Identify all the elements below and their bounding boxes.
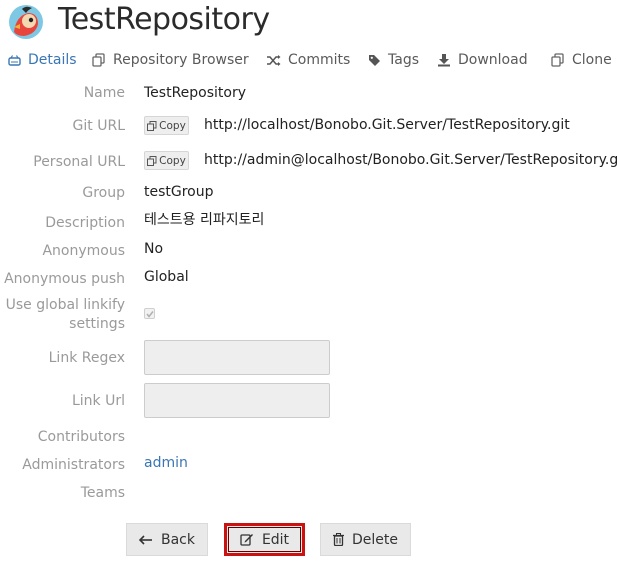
edit-label: Edit bbox=[261, 531, 290, 548]
link-regex-label: Link Regex bbox=[48, 350, 125, 366]
edit-button[interactable]: Edit bbox=[224, 523, 305, 556]
tab-label: Repository Browser bbox=[113, 52, 249, 68]
name-value: TestRepository bbox=[144, 85, 247, 101]
tag-icon bbox=[369, 54, 380, 66]
anonymous-push-value: Global bbox=[144, 269, 189, 285]
git-url-label: Git URL bbox=[72, 118, 125, 134]
personal-url-copy-button[interactable]: Copy bbox=[144, 151, 189, 170]
linkify-label-line-2: settings bbox=[69, 316, 125, 332]
edit-icon bbox=[240, 534, 253, 546]
tab-download[interactable]: Download bbox=[437, 50, 528, 70]
tab-label: Details bbox=[28, 52, 77, 68]
administrator-link[interactable]: admin bbox=[144, 454, 188, 473]
tab-commits[interactable]: Commits bbox=[266, 50, 350, 70]
git-url-value: http://localhost/Bonobo.Git.Server/TestR… bbox=[204, 117, 570, 133]
copy-icon bbox=[147, 155, 157, 166]
copy-label: Copy bbox=[159, 119, 186, 132]
description-value: 테스트용 리파지토리 bbox=[144, 212, 265, 228]
teams-label: Teams bbox=[80, 485, 125, 501]
back-button[interactable]: Back bbox=[126, 523, 208, 556]
linkify-label: Use global linkify settings bbox=[6, 296, 125, 334]
group-value: testGroup bbox=[144, 184, 214, 200]
tab-clone[interactable]: Clone bbox=[551, 50, 612, 70]
tab-label: Download bbox=[458, 52, 528, 68]
tab-label: Tags bbox=[388, 52, 419, 68]
description-label: Description bbox=[45, 215, 125, 231]
copy-icon bbox=[92, 53, 105, 67]
link-url-input[interactable] bbox=[144, 383, 330, 418]
delete-label: Delete bbox=[352, 531, 398, 548]
anonymous-push-label: Anonymous push bbox=[4, 271, 125, 287]
arrow-left-icon bbox=[139, 534, 152, 545]
page-title: TestRepository bbox=[58, 2, 270, 37]
git-url-copy-button[interactable]: Copy bbox=[144, 116, 189, 135]
link-url-label: Link Url bbox=[71, 393, 125, 409]
contributors-label: Contributors bbox=[37, 429, 125, 445]
copy-label: Copy bbox=[159, 154, 186, 167]
anonymous-value: No bbox=[144, 241, 164, 257]
hdd-icon bbox=[8, 54, 21, 66]
group-label: Group bbox=[82, 185, 125, 201]
download-icon bbox=[438, 54, 450, 67]
tab-tags[interactable]: Tags bbox=[368, 50, 419, 70]
tab-details[interactable]: Details bbox=[8, 50, 77, 70]
link-regex-input[interactable] bbox=[144, 340, 330, 375]
administrators-label: Administrators bbox=[22, 457, 125, 473]
anonymous-label: Anonymous bbox=[42, 243, 125, 259]
checkmark-icon bbox=[145, 310, 154, 318]
shuffle-icon bbox=[267, 54, 281, 66]
personal-url-value: http://admin@localhost/Bonobo.Git.Server… bbox=[204, 152, 617, 168]
tab-label: Clone bbox=[572, 52, 612, 68]
personal-url-label: Personal URL bbox=[33, 154, 125, 170]
repository-logo bbox=[8, 4, 44, 40]
linkify-checkbox[interactable] bbox=[144, 308, 155, 319]
tab-label: Commits bbox=[288, 52, 351, 68]
tab-repository-browser[interactable]: Repository Browser bbox=[92, 50, 249, 70]
delete-button[interactable]: Delete bbox=[320, 523, 411, 556]
linkify-label-line-1: Use global linkify bbox=[5, 297, 125, 313]
clone-icon bbox=[551, 53, 564, 67]
trash-icon bbox=[333, 533, 344, 546]
name-label: Name bbox=[83, 85, 125, 101]
back-label: Back bbox=[161, 531, 195, 548]
copy-icon bbox=[147, 120, 157, 131]
